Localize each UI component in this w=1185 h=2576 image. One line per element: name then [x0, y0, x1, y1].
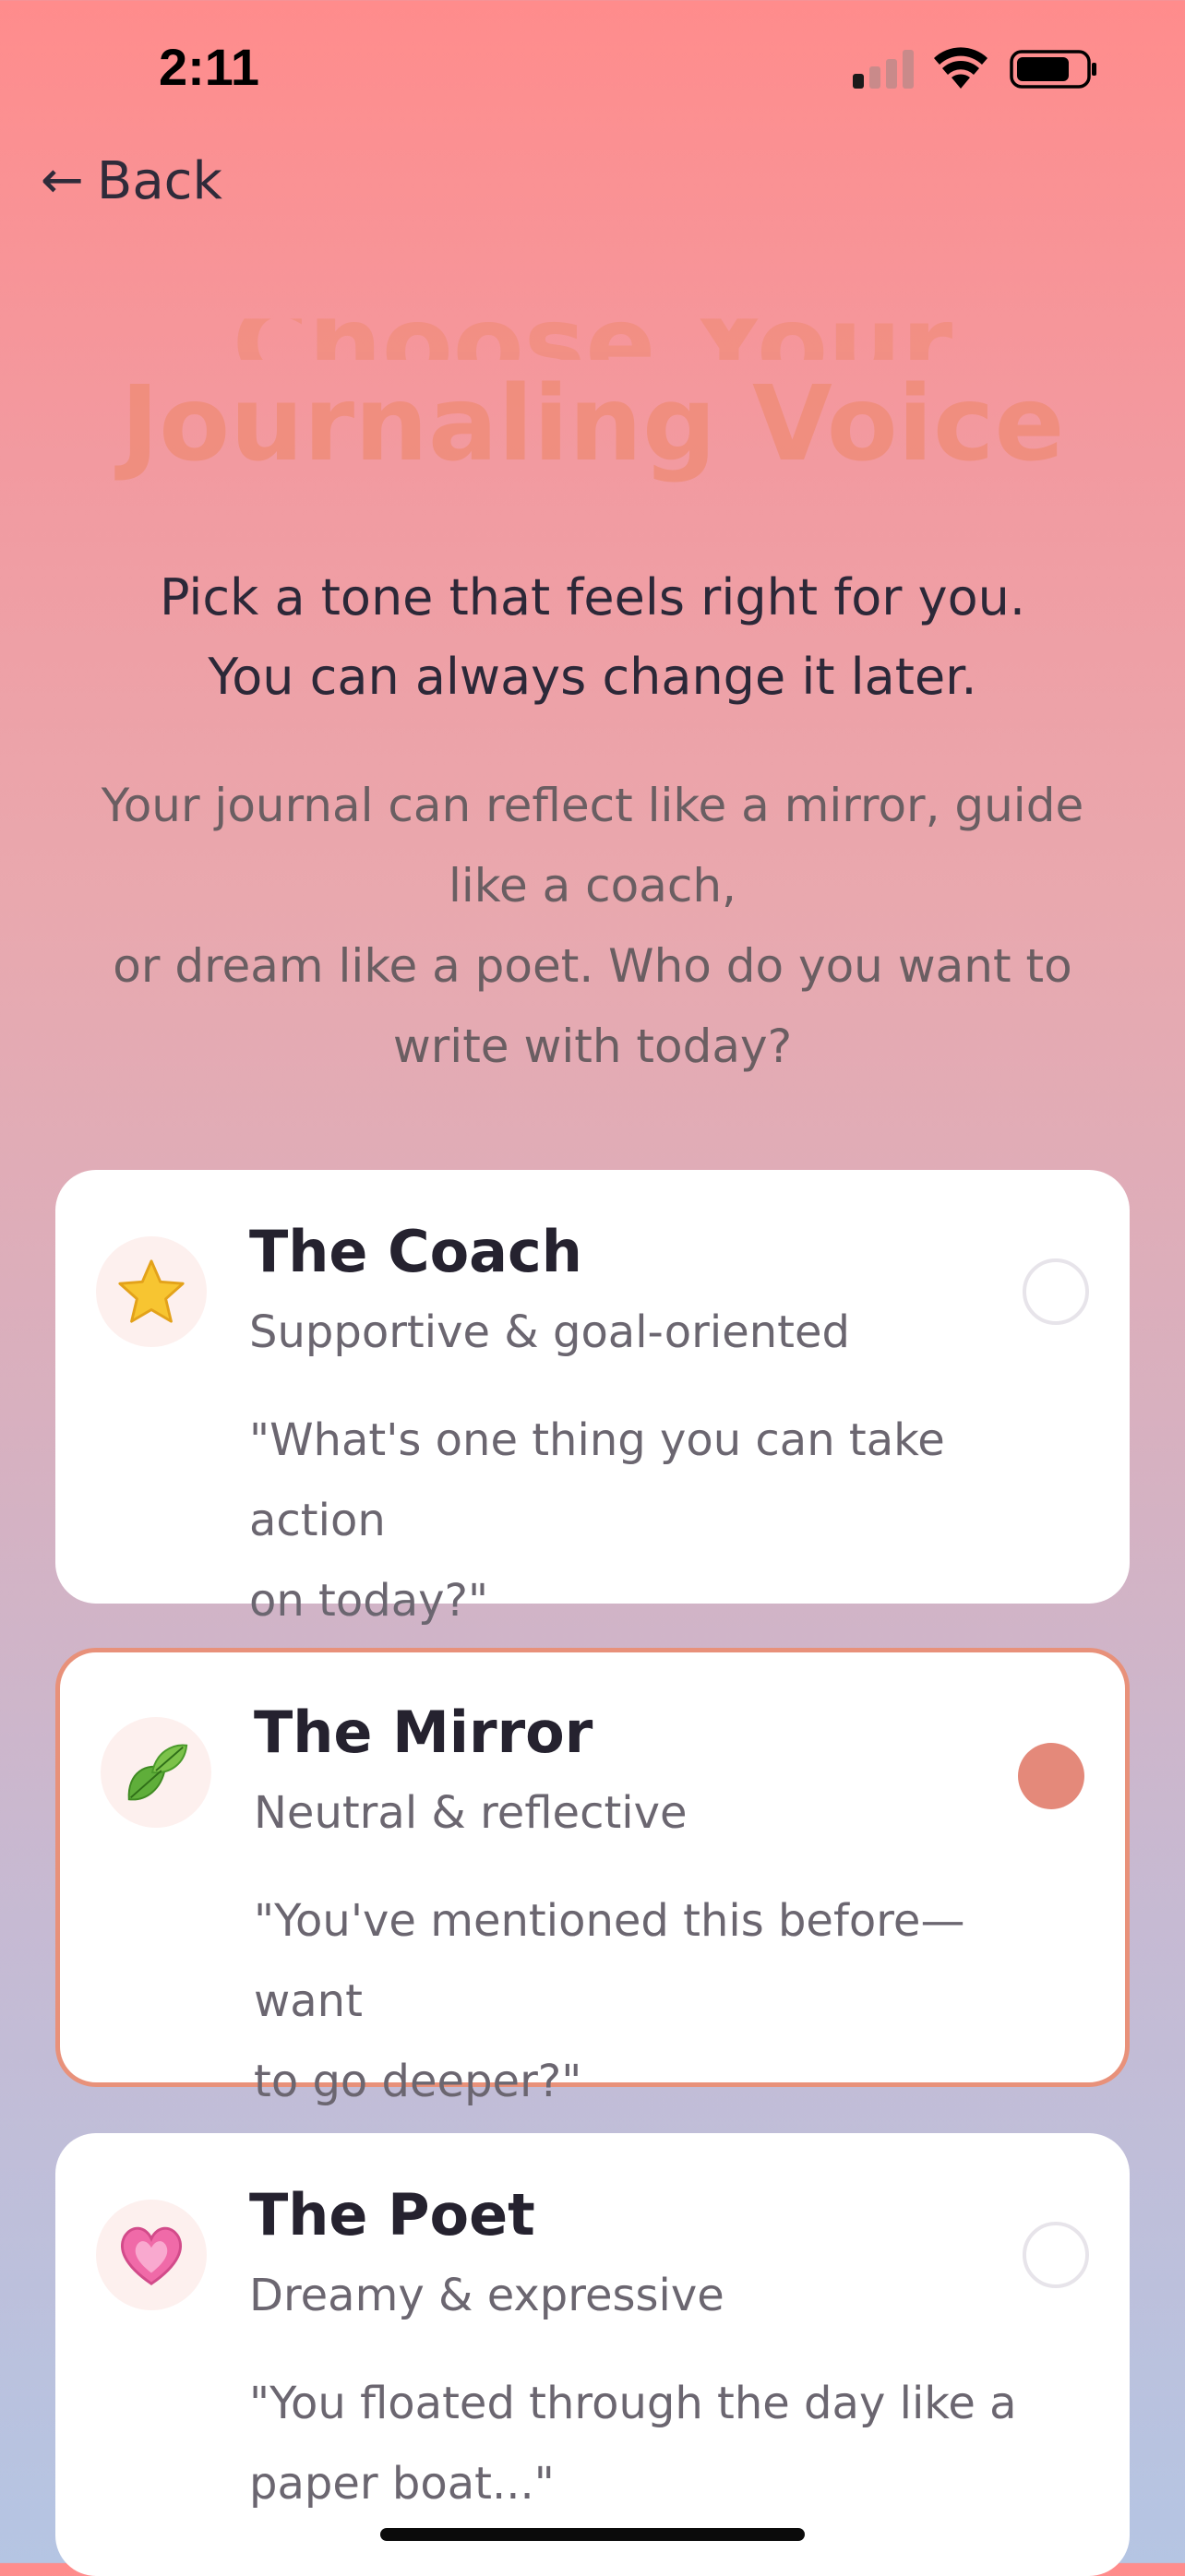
title-ghost: Choose Your	[232, 293, 953, 360]
description-line: or dream like a poet. Who do you want to	[113, 939, 1072, 993]
star-icon	[96, 1236, 207, 1347]
voice-radio-poet[interactable]	[1023, 2222, 1089, 2288]
voice-tagline: Supportive & goal-oriented	[249, 1306, 850, 1358]
quote-line: "You've mentioned this before—want	[254, 1895, 965, 2027]
quote-line: on today?"	[249, 1575, 489, 1627]
voice-name: The Poet	[249, 2181, 535, 2248]
subtitle-line: Pick a tone that feels right for you.	[159, 568, 1025, 626]
quote-line: "What's one thing you can take action	[249, 1414, 945, 1546]
subtitle-line: You can always change it later.	[208, 648, 977, 706]
home-indicator	[380, 2528, 805, 2541]
quote-line: to go deeper?"	[254, 2056, 582, 2107]
voice-card-mirror[interactable]: The Mirror Neutral & reflective "You've …	[55, 1648, 1130, 2107]
description-line: Your journal can reflect like a mirror, …	[101, 779, 1084, 832]
cellular-signal-icon	[853, 50, 914, 89]
voice-tagline: Neutral & reflective	[254, 1787, 688, 1839]
voice-quote: "You've mentioned this before—want to go…	[254, 1881, 1066, 2122]
leaves-icon	[101, 1717, 211, 1828]
back-button[interactable]: ← Back	[41, 144, 222, 218]
wifi-icon	[934, 47, 988, 89]
voice-name: The Coach	[249, 1218, 582, 1285]
voice-quote: "What's one thing you can take action on…	[249, 1401, 1061, 1641]
subtitle: Pick a tone that feels right for you. Yo…	[55, 558, 1130, 717]
voice-radio-coach[interactable]	[1023, 1258, 1089, 1325]
description-line: write with today?	[392, 1020, 793, 1073]
voice-radio-mirror[interactable]	[1018, 1743, 1084, 1809]
quote-line: paper boat..."	[249, 2458, 555, 2510]
voice-card-poet[interactable]: The Poet Dreamy & expressive "You floate…	[55, 2133, 1130, 2576]
arrow-left-icon: ←	[41, 150, 84, 210]
battery-icon	[1010, 50, 1096, 89]
voice-quote: "You floated through the day like a pape…	[249, 2364, 1061, 2524]
heart-icon	[96, 2200, 207, 2310]
description: Your journal can reflect like a mirror, …	[55, 766, 1130, 1087]
voice-tagline: Dreamy & expressive	[249, 2270, 724, 2321]
voice-card-coach[interactable]: The Coach Supportive & goal-oriented "Wh…	[55, 1170, 1130, 1627]
voice-name: The Mirror	[254, 1699, 593, 1766]
description-line: like a coach,	[449, 859, 736, 912]
status-bar: 2:11	[0, 0, 1185, 138]
back-label: Back	[96, 150, 222, 211]
status-time: 2:11	[159, 38, 259, 96]
quote-line: "You floated through the day like a	[249, 2378, 1017, 2429]
page-title: Journaling Voice	[120, 364, 1065, 484]
